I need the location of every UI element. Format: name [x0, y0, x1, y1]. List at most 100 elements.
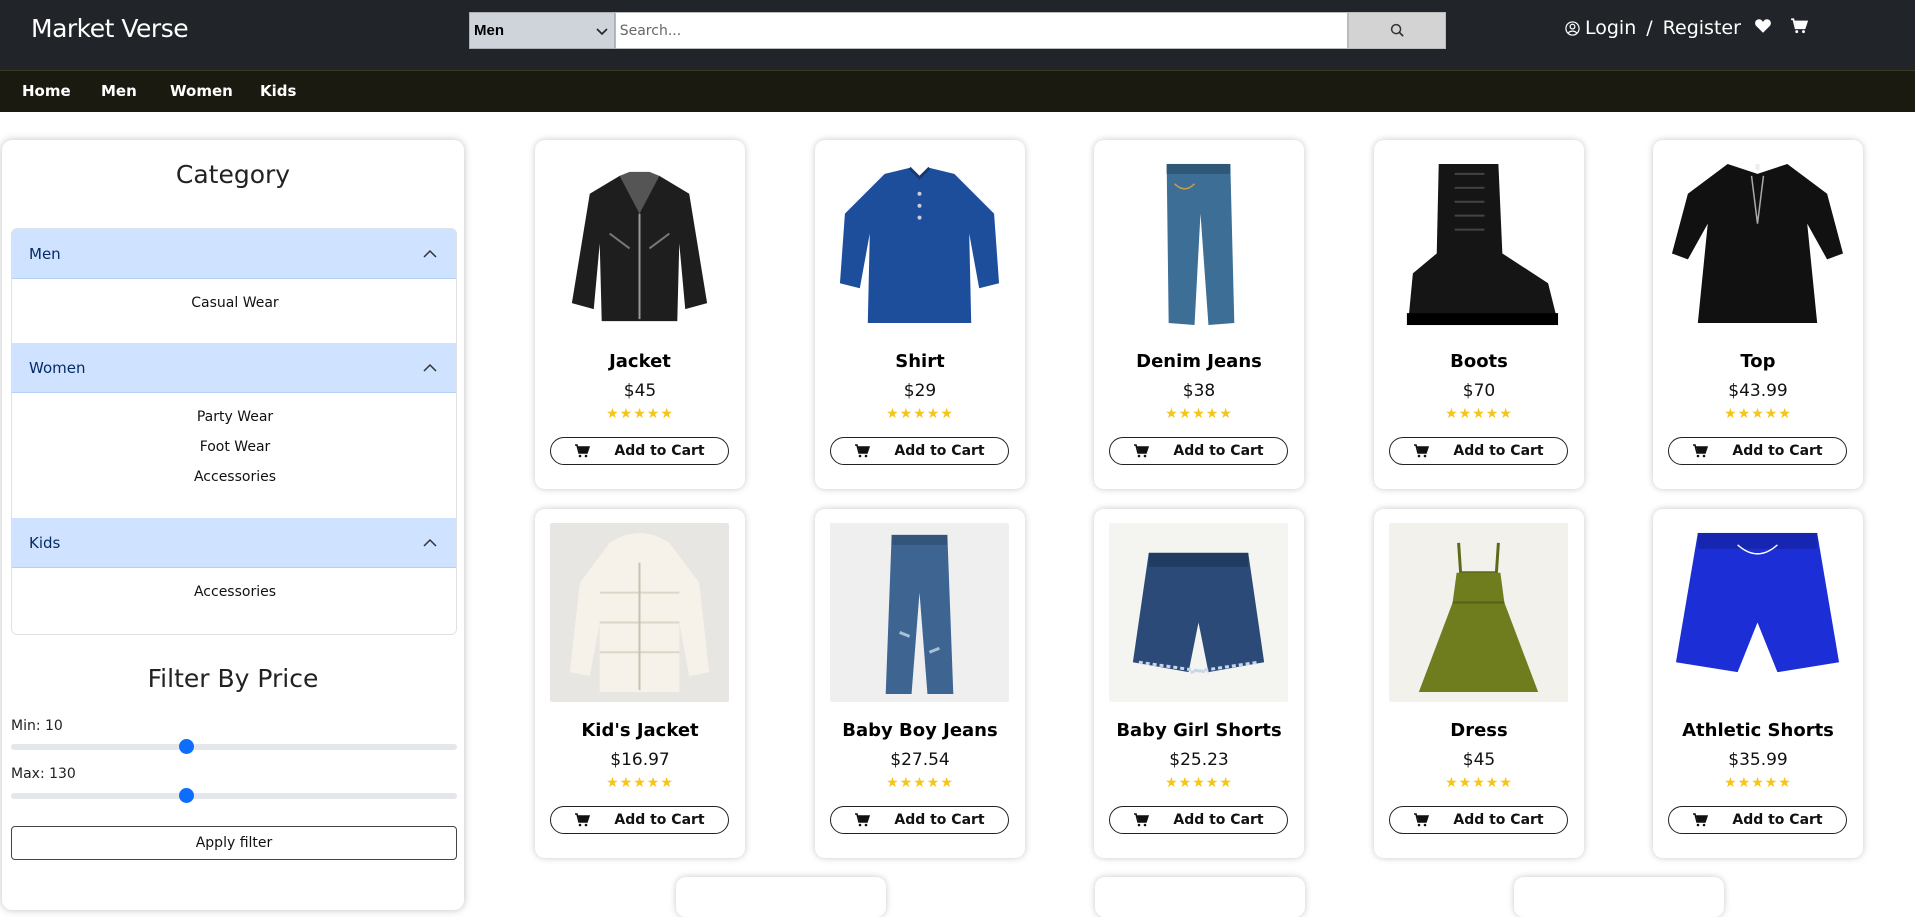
product-card[interactable]: Athletic Shorts $35.99 ★★★★★ Add to Cart — [1653, 509, 1863, 858]
apply-filter-button[interactable]: Apply filter — [11, 826, 457, 860]
product-image[interactable] — [1109, 523, 1288, 702]
chevron-up-icon — [423, 249, 437, 258]
product-card[interactable] — [1095, 877, 1305, 917]
add-to-cart-label: Add to Cart — [1453, 812, 1544, 828]
add-to-cart-label: Add to Cart — [614, 812, 705, 828]
product-name[interactable]: Kid's Jacket — [535, 720, 745, 741]
product-image[interactable] — [1389, 154, 1568, 333]
subcategory-party-wear[interactable]: Party Wear — [12, 409, 456, 425]
rating-stars: ★★★★★ — [606, 405, 674, 421]
product-image[interactable] — [550, 154, 729, 333]
rating-stars: ★★★★★ — [606, 774, 674, 790]
cart-icon — [575, 813, 591, 827]
add-to-cart-label: Add to Cart — [894, 812, 985, 828]
search-icon — [1390, 23, 1404, 37]
slider-thumb[interactable] — [179, 788, 194, 803]
subcategory-accessories[interactable]: Accessories — [12, 469, 456, 485]
user-icon — [1565, 20, 1580, 36]
search-bar: Men — [469, 12, 1446, 49]
nav-women[interactable]: Women — [170, 82, 233, 100]
heart-icon[interactable] — [1754, 17, 1772, 35]
product-price: $70 — [1462, 381, 1496, 401]
product-image[interactable] — [830, 154, 1009, 333]
max-price-slider[interactable] — [11, 788, 457, 803]
product-price: $16.97 — [610, 750, 670, 770]
nav-men[interactable]: Men — [101, 82, 137, 100]
product-card[interactable]: Baby Girl Shorts $25.23 ★★★★★ Add to Cart — [1094, 509, 1304, 858]
cart-icon — [1693, 813, 1709, 827]
product-image[interactable] — [1109, 154, 1288, 333]
product-image[interactable] — [1668, 523, 1847, 702]
filter-sidebar: Category Men Casual Wear Women Party Wea… — [2, 140, 464, 910]
add-to-cart-button[interactable]: Add to Cart — [550, 806, 729, 834]
product-name[interactable]: Dress — [1374, 720, 1584, 741]
search-button[interactable] — [1348, 12, 1446, 49]
auth-separator: / — [1646, 17, 1653, 39]
product-name[interactable]: Denim Jeans — [1094, 351, 1304, 372]
category-select[interactable]: Men — [469, 12, 615, 49]
product-name[interactable]: Shirt — [815, 351, 1025, 372]
add-to-cart-button[interactable]: Add to Cart — [1389, 806, 1568, 834]
add-to-cart-button[interactable]: Add to Cart — [830, 806, 1009, 834]
product-name[interactable]: Baby Girl Shorts — [1094, 720, 1304, 741]
add-to-cart-button[interactable]: Add to Cart — [1389, 437, 1568, 465]
product-price: $29 — [903, 381, 937, 401]
product-card[interactable]: Jacket $45 ★★★★★ Add to Cart — [535, 140, 745, 489]
search-input[interactable] — [614, 12, 1349, 49]
slider-thumb[interactable] — [179, 739, 194, 754]
cart-icon — [855, 444, 871, 458]
product-card[interactable]: Top $43.99 ★★★★★ Add to Cart — [1653, 140, 1863, 489]
product-name[interactable]: Baby Boy Jeans — [815, 720, 1025, 741]
subcategory-casual-wear[interactable]: Casual Wear — [12, 295, 456, 311]
product-price: $45 — [1462, 750, 1496, 770]
min-price-slider[interactable] — [11, 739, 457, 754]
product-image[interactable] — [1668, 154, 1847, 333]
nav-home[interactable]: Home — [22, 82, 71, 100]
login-link[interactable]: Login — [1585, 17, 1636, 39]
nav-kids[interactable]: Kids — [260, 82, 296, 100]
rating-stars: ★★★★★ — [1724, 405, 1792, 421]
product-price: $25.23 — [1169, 750, 1229, 770]
add-to-cart-button[interactable]: Add to Cart — [1668, 437, 1847, 465]
chevron-up-icon — [423, 538, 437, 547]
subcategory-kids-accessories[interactable]: Accessories — [12, 584, 456, 600]
accordion-header-women[interactable]: Women — [12, 343, 456, 393]
category-select-value: Men — [474, 22, 504, 39]
accordion-header-kids[interactable]: Kids — [12, 518, 456, 568]
cart-icon — [1134, 444, 1150, 458]
product-card[interactable]: Boots $70 ★★★★★ Add to Cart — [1374, 140, 1584, 489]
product-price: $38 — [1182, 381, 1216, 401]
product-card[interactable] — [676, 877, 886, 917]
add-to-cart-button[interactable]: Add to Cart — [830, 437, 1009, 465]
product-card[interactable]: Denim Jeans $38 ★★★★★ Add to Cart — [1094, 140, 1304, 489]
cart-icon — [1134, 813, 1150, 827]
product-name[interactable]: Jacket — [535, 351, 745, 372]
category-accordion: Men Casual Wear Women Party Wear Foot We… — [11, 228, 457, 635]
brand-logo[interactable]: Market Verse — [31, 14, 189, 43]
product-card[interactable] — [1514, 877, 1724, 917]
product-card[interactable]: Baby Boy Jeans $27.54 ★★★★★ Add to Cart — [815, 509, 1025, 858]
cart-icon — [575, 444, 591, 458]
product-card[interactable]: Kid's Jacket $16.97 ★★★★★ Add to Cart — [535, 509, 745, 858]
product-image[interactable] — [830, 523, 1009, 702]
add-to-cart-button[interactable]: Add to Cart — [1109, 806, 1288, 834]
add-to-cart-button[interactable]: Add to Cart — [1109, 437, 1288, 465]
product-image[interactable] — [550, 523, 729, 702]
register-link[interactable]: Register — [1663, 17, 1741, 39]
product-name[interactable]: Top — [1653, 351, 1863, 372]
cart-icon[interactable] — [1790, 17, 1808, 35]
add-to-cart-button[interactable]: Add to Cart — [1668, 806, 1847, 834]
product-card[interactable]: Dress $45 ★★★★★ Add to Cart — [1374, 509, 1584, 858]
product-name[interactable]: Boots — [1374, 351, 1584, 372]
product-name[interactable]: Athletic Shorts — [1653, 720, 1863, 741]
max-price-label: Max: 130 — [11, 766, 76, 782]
accordion-header-men[interactable]: Men — [12, 229, 456, 279]
cart-icon — [855, 813, 871, 827]
product-card[interactable]: Shirt $29 ★★★★★ Add to Cart — [815, 140, 1025, 489]
subcategory-foot-wear[interactable]: Foot Wear — [12, 439, 456, 455]
add-to-cart-label: Add to Cart — [1173, 443, 1264, 459]
min-price-label: Min: 10 — [11, 718, 63, 734]
product-image[interactable] — [1389, 523, 1568, 702]
cart-icon — [1414, 444, 1430, 458]
add-to-cart-button[interactable]: Add to Cart — [550, 437, 729, 465]
